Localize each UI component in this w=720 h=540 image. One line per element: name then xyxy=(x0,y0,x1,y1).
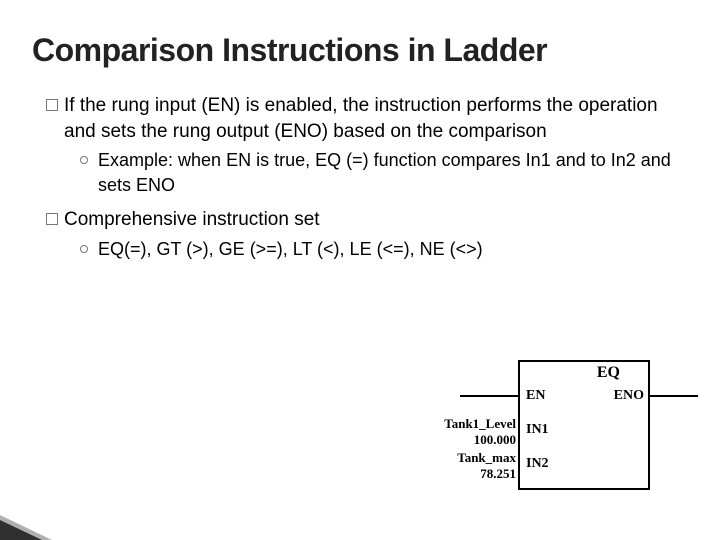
in1-value: 100.000 xyxy=(474,432,516,447)
square-bullet-icon xyxy=(46,213,58,225)
square-bullet-icon xyxy=(46,99,58,111)
circle-bullet-icon xyxy=(80,156,88,164)
circle-bullet-icon xyxy=(80,245,88,253)
bullet-text: Comprehensive instruction set xyxy=(64,207,688,233)
in1-tag: Tank1_Level xyxy=(444,416,516,431)
in1-external-label: Tank1_Level 100.000 xyxy=(430,416,516,447)
page-title: Comparison Instructions in Ladder xyxy=(32,32,688,69)
in2-value: 78.251 xyxy=(480,466,516,481)
port-in1-label: IN1 xyxy=(526,422,549,438)
in2-tag: Tank_max xyxy=(457,450,516,465)
bullet-text: If the rung input (EN) is enabled, the i… xyxy=(64,93,688,144)
bullet-text: Example: when EN is true, EQ (=) functio… xyxy=(98,148,688,197)
eq-function-block: EQ EN ENO IN1 IN2 Tank1_Level 100.000 Ta… xyxy=(518,360,650,490)
bullet-text: EQ(=), GT (>), GE (>=), LT (<), LE (<=),… xyxy=(98,237,688,261)
corner-decoration-dark-icon xyxy=(0,520,42,540)
port-en-label: EN xyxy=(526,388,545,404)
port-eno-label: ENO xyxy=(614,388,644,404)
function-block-diagram: EQ EN ENO IN1 IN2 Tank1_Level 100.000 Ta… xyxy=(518,360,650,490)
bullet-subitem: Example: when EN is true, EQ (=) functio… xyxy=(80,148,688,197)
block-name: EQ xyxy=(597,364,620,382)
bullet-list: If the rung input (EN) is enabled, the i… xyxy=(46,93,688,261)
port-in2-label: IN2 xyxy=(526,456,549,472)
slide: Comparison Instructions in Ladder If the… xyxy=(0,0,720,540)
in2-external-label: Tank_max 78.251 xyxy=(430,450,516,481)
wire-eno xyxy=(648,395,698,397)
bullet-subitem: EQ(=), GT (>), GE (>=), LT (<), LE (<=),… xyxy=(80,237,688,261)
bullet-item: If the rung input (EN) is enabled, the i… xyxy=(46,93,688,144)
wire-en xyxy=(460,395,520,397)
bullet-item: Comprehensive instruction set xyxy=(46,207,688,233)
